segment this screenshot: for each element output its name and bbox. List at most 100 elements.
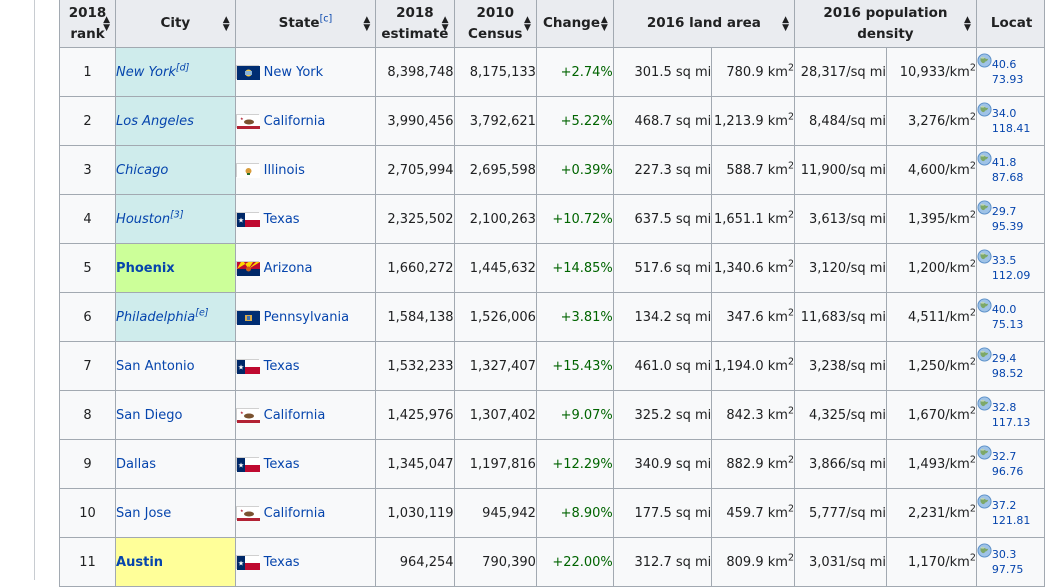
globe-icon[interactable]: [977, 298, 992, 313]
city-link[interactable]: Los Angeles: [117, 114, 194, 129]
footnote-link[interactable]: [c]: [320, 14, 333, 25]
col-header-density[interactable]: 2016 population density ▲ ▼: [793, 0, 977, 48]
sort-icon[interactable]: ▲ ▼: [524, 15, 531, 32]
land-area-sqmi-cell: 301.5 sq mi: [612, 47, 713, 97]
coordinates-link[interactable]: 34.0 118.41: [992, 106, 1031, 136]
longitude-value[interactable]: 73.93: [992, 72, 1024, 87]
state-link[interactable]: Texas: [264, 555, 300, 570]
col-header-location[interactable]: Locat: [975, 0, 1045, 48]
city-footnote-link[interactable]: [d]: [176, 62, 189, 73]
city-link[interactable]: San Jose: [117, 506, 172, 521]
col-header-change[interactable]: Change ▲ ▼: [535, 0, 614, 48]
latitude-value[interactable]: 29.7: [992, 204, 1024, 219]
state-link[interactable]: Texas: [264, 359, 300, 374]
coordinates-link[interactable]: 40.0 75.13: [992, 302, 1024, 332]
california-flag-icon: ★: [236, 114, 260, 129]
sort-icon[interactable]: ▲ ▼: [103, 15, 110, 32]
longitude-value[interactable]: 117.13: [992, 415, 1031, 430]
col-header-city[interactable]: City ▲ ▼: [115, 0, 236, 48]
land-area-sqmi-cell: 468.7 sq mi: [612, 96, 713, 146]
latitude-value[interactable]: 29.4: [992, 351, 1024, 366]
state-link[interactable]: New York: [264, 65, 324, 80]
globe-icon[interactable]: [977, 347, 992, 362]
sort-icon[interactable]: ▲ ▼: [601, 15, 608, 32]
longitude-value[interactable]: 118.41: [992, 121, 1031, 136]
longitude-value[interactable]: 95.39: [992, 219, 1024, 234]
change-cell: +22.00%: [535, 537, 614, 587]
sort-icon[interactable]: ▲ ▼: [442, 15, 449, 32]
state-link[interactable]: California: [264, 114, 326, 129]
sort-icon[interactable]: ▲ ▼: [964, 15, 971, 32]
state-link[interactable]: Illinois: [264, 163, 305, 178]
state-link[interactable]: Arizona: [264, 261, 313, 276]
state-cell: ★ Texas: [234, 537, 377, 587]
longitude-value[interactable]: 98.52: [992, 366, 1024, 381]
globe-icon[interactable]: [977, 200, 992, 215]
city-link[interactable]: San Antonio: [117, 359, 195, 374]
city-link[interactable]: Phoenix: [117, 261, 175, 276]
land-area-km2-cell: 1,194.0 km2: [711, 341, 795, 391]
coordinates-link[interactable]: 29.7 95.39: [992, 204, 1024, 234]
latitude-value[interactable]: 37.2: [992, 498, 1031, 513]
coordinates-link[interactable]: 32.7 96.76: [992, 449, 1024, 479]
coordinates-link[interactable]: 41.8 87.68: [992, 155, 1024, 185]
density-sqmi-value: 3,031/sq mi: [808, 554, 887, 570]
coordinates-link[interactable]: 30.3 97.75: [992, 547, 1024, 577]
longitude-value[interactable]: 97.75: [992, 562, 1024, 577]
city-link[interactable]: Chicago: [117, 163, 169, 178]
globe-icon[interactable]: [977, 543, 992, 558]
longitude-value[interactable]: 75.13: [992, 317, 1024, 332]
city-footnote-link[interactable]: [e]: [195, 307, 208, 318]
col-header-state[interactable]: State[c] ▲ ▼: [234, 0, 377, 48]
state-link[interactable]: Texas: [264, 212, 300, 227]
globe-icon[interactable]: [977, 249, 992, 264]
latitude-value[interactable]: 32.7: [992, 449, 1024, 464]
globe-icon[interactable]: [977, 396, 992, 411]
city-footnote-link[interactable]: [3]: [170, 209, 183, 220]
longitude-value[interactable]: 87.68: [992, 170, 1024, 185]
latitude-value[interactable]: 41.8: [992, 155, 1024, 170]
land-area-km2-value: 780.9 km: [726, 64, 788, 80]
latitude-value[interactable]: 32.8: [992, 400, 1031, 415]
sort-icon[interactable]: ▲ ▼: [223, 15, 230, 32]
rank-cell: 5: [58, 243, 117, 293]
state-link[interactable]: Pennsylvania: [264, 310, 349, 325]
col-header-land-area[interactable]: 2016 land area ▲ ▼: [612, 0, 795, 48]
longitude-value[interactable]: 112.09: [992, 268, 1031, 283]
coordinates-link[interactable]: 32.8 117.13: [992, 400, 1031, 430]
latitude-value[interactable]: 40.0: [992, 302, 1024, 317]
city-link[interactable]: Philadelphia: [117, 310, 196, 325]
coordinates-link[interactable]: 40.6 73.93: [992, 57, 1024, 87]
sort-icon[interactable]: ▲ ▼: [782, 15, 789, 32]
globe-icon[interactable]: [977, 445, 992, 460]
latitude-value[interactable]: 40.6: [992, 57, 1024, 72]
globe-icon[interactable]: [977, 494, 992, 509]
col-header-rank[interactable]: 2018 rank ▲ ▼: [58, 0, 117, 48]
coordinates-link[interactable]: 37.2 121.81: [992, 498, 1031, 528]
squared-superscript: 2: [787, 307, 794, 319]
city-link[interactable]: New York: [117, 65, 176, 80]
coordinates-link[interactable]: 33.5 112.09: [992, 253, 1031, 283]
longitude-value[interactable]: 96.76: [992, 464, 1024, 479]
state-link[interactable]: California: [264, 408, 326, 423]
city-link[interactable]: San Diego: [117, 408, 183, 423]
globe-icon[interactable]: [977, 151, 992, 166]
density-sqmi-cell: 3,613/sq mi: [793, 194, 888, 244]
globe-icon[interactable]: [977, 53, 992, 68]
coordinates-link[interactable]: 29.4 98.52: [992, 351, 1024, 381]
city-link[interactable]: Dallas: [117, 457, 156, 472]
latitude-value[interactable]: 30.3: [992, 547, 1024, 562]
change-cell: +8.90%: [535, 488, 614, 538]
sort-icon[interactable]: ▲ ▼: [363, 15, 370, 32]
col-header-census[interactable]: 2010 Census ▲ ▼: [453, 0, 537, 48]
city-link[interactable]: Austin: [117, 555, 163, 570]
state-link[interactable]: Texas: [264, 457, 300, 472]
census-cell: 1,307,402: [453, 390, 537, 440]
city-link[interactable]: Houston: [117, 212, 171, 227]
latitude-value[interactable]: 34.0: [992, 106, 1031, 121]
longitude-value[interactable]: 121.81: [992, 513, 1031, 528]
col-header-estimate[interactable]: 2018 estimate ▲ ▼: [375, 0, 455, 48]
state-link[interactable]: California: [264, 506, 326, 521]
latitude-value[interactable]: 33.5: [992, 253, 1031, 268]
globe-icon[interactable]: [977, 102, 992, 117]
